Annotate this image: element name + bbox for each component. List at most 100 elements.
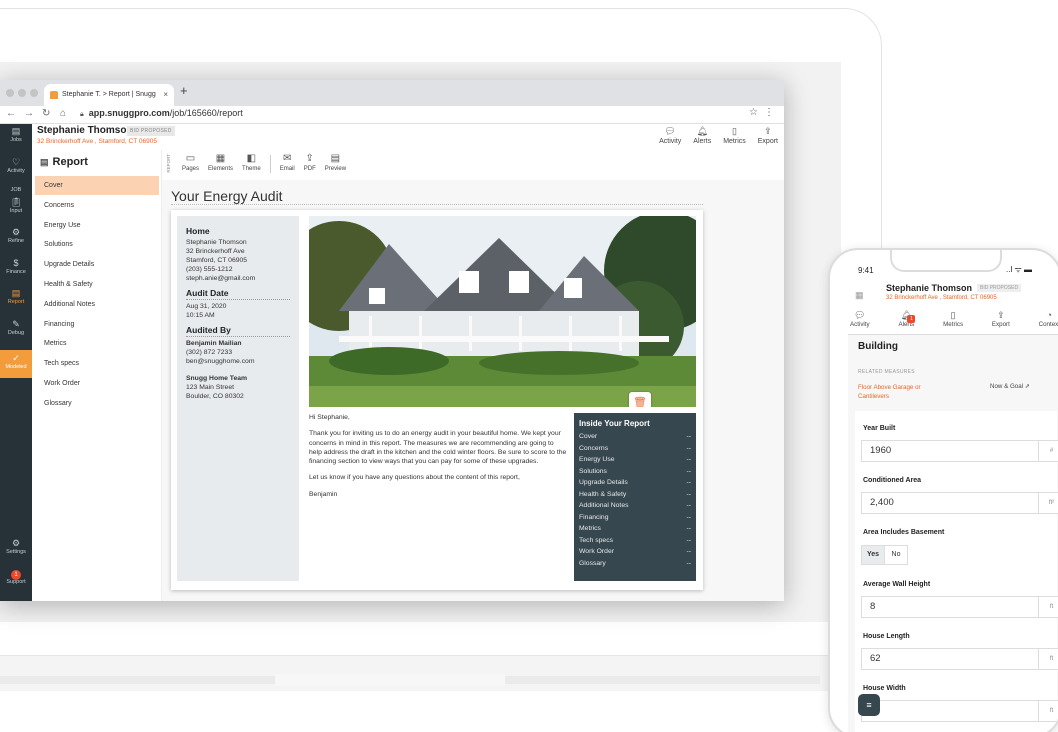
toc-row[interactable]: Additional Notes --	[579, 500, 691, 512]
rail-support-label: Support	[6, 579, 26, 585]
bell-icon: 🔔︎	[696, 126, 708, 136]
close-window-dot[interactable]	[6, 89, 14, 97]
browser-menu-icon[interactable]: ⋮	[764, 107, 774, 118]
tab-bar: Stephanie T. > Report | Snugg × +	[0, 80, 784, 106]
year-built-input[interactable]: 1960	[861, 440, 1039, 462]
section-title: Building	[858, 341, 898, 352]
header-action-export[interactable]: ⇪ Export	[758, 126, 778, 145]
tab-close-icon[interactable]: ×	[163, 84, 168, 106]
phone-tab-metrics[interactable]: ▯ Metrics	[943, 310, 963, 328]
bookmark-star-icon[interactable]: ☆	[749, 107, 758, 118]
basement-no-button[interactable]: No	[884, 545, 908, 565]
sidebar-item-tech-specs[interactable]: Tech specs	[35, 354, 159, 373]
phone-tab-alerts[interactable]: 🔔︎ 1 Alerts	[898, 310, 916, 328]
toc-row[interactable]: Work Order --	[579, 546, 691, 558]
home-icon[interactable]: ⌂	[60, 108, 66, 119]
toc-row[interactable]: Upgrade Details --	[579, 477, 691, 489]
toolbar-email-button[interactable]: ✉ Email	[280, 153, 295, 173]
rail-item-modeled[interactable]: ✓ Modeled	[0, 350, 32, 378]
wrench-icon: ✎	[12, 319, 20, 329]
report-content: Your Energy Audit Home Stephanie Thomson…	[162, 180, 784, 601]
toc-row[interactable]: Energy Use --	[579, 454, 691, 466]
related-measure-link[interactable]: Floor Above Garage or Cantilevers	[858, 383, 948, 401]
back-icon[interactable]: ←	[6, 108, 16, 119]
sidebar-item-upgrade-details[interactable]: Upgrade Details	[35, 255, 159, 274]
delete-photo-button[interactable]: 🗑︎	[629, 392, 651, 407]
rail-item-refine[interactable]: ⚙︎ Refine	[0, 227, 32, 244]
phone-action-tabs: 💬︎ Activity 🔔︎ 1 Alerts ▯ Metrics ⇪ Export ◔ Conte…	[850, 310, 1058, 328]
house-width-input[interactable]: 27	[861, 700, 1039, 722]
url-host: app.snuggpro.com	[88, 108, 170, 118]
browser-toolbar: ← → ↻ ⌂ 🔒︎ app.snuggpro.com/job/165660/re…	[0, 106, 784, 124]
new-tab-button[interactable]: +	[180, 83, 188, 98]
phone-tab-export[interactable]: ⇪ Export	[992, 310, 1010, 328]
sidebar-item-metrics[interactable]: Metrics	[35, 334, 159, 353]
toc-row[interactable]: Cover --	[579, 431, 691, 443]
sidebar-item-health-safety[interactable]: Health & Safety	[35, 275, 159, 294]
toc-page: --	[686, 548, 691, 555]
cloud-upload-icon: ⇪	[997, 310, 1005, 320]
zoom-window-dot[interactable]	[30, 89, 38, 97]
phone-status-badge: BID PROPOSED	[977, 284, 1022, 292]
header-action-alerts[interactable]: 🔔︎ Alerts	[693, 126, 711, 145]
phone-tab-context[interactable]: ◔ Context	[1039, 310, 1058, 328]
phone-customer-address[interactable]: 32 Brinckerhoff Ave , Stamford, CT 06905	[886, 295, 997, 301]
toolbar-pages-button[interactable]: ▭ Pages	[182, 153, 199, 173]
customer-address[interactable]: 32 Brinckerhoff Ave , Stamford, CT 06905	[37, 138, 157, 145]
header-action-activity[interactable]: 💬︎ Activity	[659, 126, 681, 145]
hamburger-icon: ≡	[866, 700, 872, 710]
rail-item-job: JOB	[0, 187, 32, 193]
sidebar-item-glossary[interactable]: Glossary	[35, 394, 159, 413]
toc-row[interactable]: Glossary --	[579, 558, 691, 570]
header-action-metrics[interactable]: ▯ Metrics	[723, 126, 746, 145]
rail-item-jobs[interactable]: ▤ Jobs	[0, 126, 32, 143]
conditioned-area-input[interactable]: 2,400	[861, 492, 1039, 514]
toc-row[interactable]: Health & Safety --	[579, 489, 691, 501]
browser-tab[interactable]: Stephanie T. > Report | Snugg ×	[44, 84, 174, 106]
address-bar[interactable]: 🔒︎ app.snuggpro.com/job/165660/report	[80, 108, 243, 119]
toc-page: --	[686, 467, 691, 475]
toc-row[interactable]: Solutions --	[579, 466, 691, 478]
toc-row[interactable]: Concerns --	[579, 443, 691, 455]
now-goal-toggle[interactable]: Now & Goal ⇗	[990, 383, 1030, 390]
toc-item-label: Tech specs	[579, 536, 614, 544]
toolbar-theme-button[interactable]: ◧ Theme	[242, 153, 261, 173]
sidebar-item-cover[interactable]: Cover	[35, 176, 159, 195]
sidebar-item-solutions[interactable]: Solutions	[35, 235, 159, 254]
rail-item-activity[interactable]: ♡ Activity	[0, 157, 32, 174]
rail-item-settings[interactable]: ⚙︎ Settings	[0, 538, 32, 555]
rail-item-support[interactable]: 1 Support	[0, 568, 32, 585]
toolbar-preview-button[interactable]: ▤ Preview	[325, 153, 346, 173]
team-detail: Boulder, CO 80302	[186, 393, 244, 400]
report-sidebar: ▤ Report Cover Concerns Energy Use Solutions…	[32, 150, 162, 601]
snugg-favicon	[50, 91, 58, 99]
sidebar-item-concerns[interactable]: Concerns	[35, 196, 159, 215]
reload-icon[interactable]: ↻	[42, 108, 50, 119]
phone-tab-activity[interactable]: 💬︎ Activity	[850, 310, 870, 328]
menu-grid-icon[interactable]: ▦	[855, 290, 864, 301]
rail-item-input[interactable]: 📋︎ Input	[0, 197, 32, 214]
house-length-input[interactable]: 62	[861, 648, 1039, 670]
sidebar-item-additional-notes[interactable]: Additional Notes	[35, 295, 159, 314]
rail-item-finance[interactable]: $ Finance	[0, 258, 32, 275]
sidebar-item-financing[interactable]: Financing	[35, 315, 159, 334]
minimize-window-dot[interactable]	[18, 89, 26, 97]
rail-item-label: Report	[7, 299, 25, 305]
rail-item-debug[interactable]: ✎ Debug	[0, 319, 32, 336]
toolbar-elements-button[interactable]: ▦ Elements	[208, 153, 233, 173]
toc-item-label: Upgrade Details	[579, 479, 628, 486]
cover-letter: Hi Stephanie, Thank you for inviting us t…	[309, 413, 567, 506]
toc-row[interactable]: Financing --	[579, 512, 691, 524]
theme-icon: ◧	[246, 153, 257, 164]
basement-yes-button[interactable]: Yes	[861, 545, 885, 565]
toolbar-pdf-button[interactable]: ⇪ PDF	[304, 153, 316, 173]
sidebar-item-energy-use[interactable]: Energy Use	[35, 216, 159, 235]
sidebar-item-work-order[interactable]: Work Order	[35, 374, 159, 393]
wall-height-input[interactable]: 8	[861, 596, 1039, 618]
rail-item-report[interactable]: ▤ Report	[0, 288, 32, 305]
letter-paragraph: Let us know if you have any questions ab…	[309, 474, 520, 482]
phone-menu-button[interactable]: ≡	[858, 694, 880, 716]
toc-row[interactable]: Metrics --	[579, 523, 691, 535]
toc-row[interactable]: Tech specs --	[579, 535, 691, 547]
forward-icon[interactable]: →	[24, 108, 34, 119]
